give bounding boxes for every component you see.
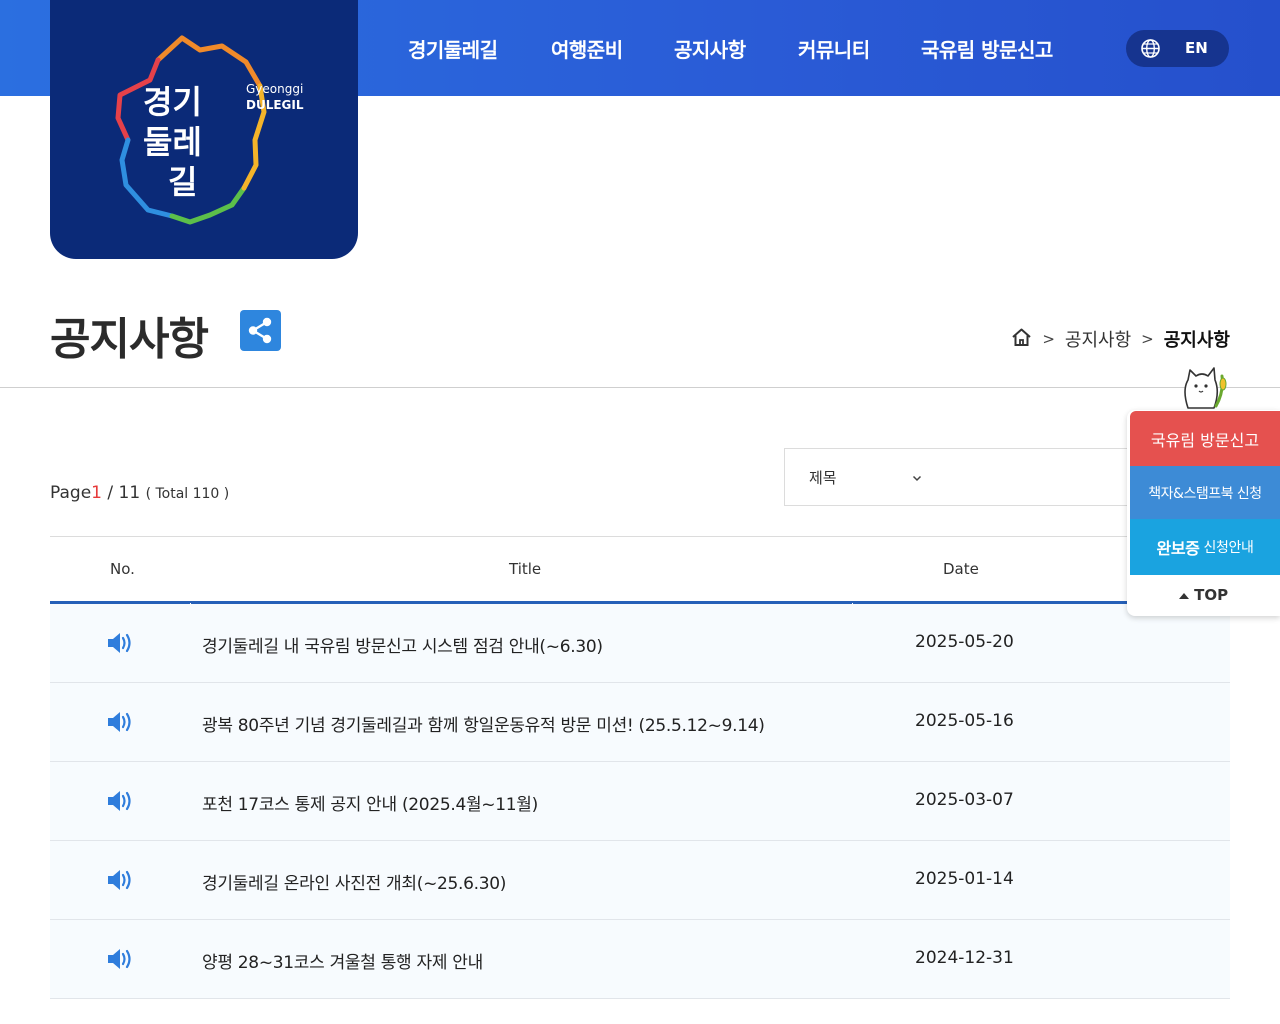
logo-graphic: 경기 둘레 길 Gyeonggi DULEGIL xyxy=(115,35,304,225)
svg-text:Gyeonggi: Gyeonggi xyxy=(246,82,303,96)
breadcrumb-item-current: 공지사항 xyxy=(1163,330,1230,351)
table-header: No. Title Date xyxy=(50,536,1230,605)
search-field-value: 제목 xyxy=(809,469,837,487)
speaker-icon xyxy=(106,947,136,975)
svg-text:경기: 경기 xyxy=(143,83,202,121)
nav-item-travel-prep[interactable]: 여행준비 xyxy=(551,34,623,63)
mascot-illustration xyxy=(1178,362,1230,416)
completion-label: 신청안내 xyxy=(1203,540,1254,556)
speaker-icon xyxy=(106,710,136,738)
breadcrumb-item-notice-section[interactable]: 공지사항 xyxy=(1065,326,1131,352)
notice-date: 2025-05-16 xyxy=(915,711,1014,731)
total-pages: / 11 xyxy=(107,483,141,503)
title-divider xyxy=(0,387,1280,388)
chevron-down-icon xyxy=(911,469,923,488)
notice-date: 2025-01-14 xyxy=(915,869,1014,889)
table-row[interactable]: 양평 28~31코스 겨울철 통행 자제 안내 2024-12-31 xyxy=(50,920,1230,999)
speaker-icon xyxy=(106,631,136,659)
notice-title-link[interactable]: 양평 28~31코스 겨울철 통행 자제 안내 xyxy=(202,948,483,973)
notice-date: 2025-05-20 xyxy=(915,632,1014,652)
column-header-title: Title xyxy=(509,560,542,578)
language-button[interactable]: EN xyxy=(1126,30,1229,67)
svg-text:길: 길 xyxy=(168,163,197,201)
language-label: EN xyxy=(1185,39,1208,57)
breadcrumb-separator: > xyxy=(1141,330,1154,348)
table-row[interactable]: 경기둘레길 온라인 사진전 개최(~25.6.30) 2025-01-14 xyxy=(50,841,1230,920)
total-count: ( Total 110 ) xyxy=(145,486,230,502)
notice-title-link[interactable]: 경기둘레길 온라인 사진전 개최(~25.6.30) xyxy=(202,869,506,894)
current-page: 1 xyxy=(91,483,102,503)
quick-stampbook-button[interactable]: 책자&스탬프북 신청 xyxy=(1130,466,1280,519)
nav-item-forest-visit[interactable]: 국유림 방문신고 xyxy=(921,34,1053,63)
quick-completion-button[interactable]: 완보증 신청안내 xyxy=(1130,519,1280,575)
notice-table: No. Title Date 경기둘레길 내 국유림 방문신고 시스템 점검 안… xyxy=(50,536,1230,999)
page-label: Page xyxy=(50,483,92,503)
nav-item-notice[interactable]: 공지사항 xyxy=(674,34,746,63)
table-row[interactable]: 경기둘레길 내 국유림 방문신고 시스템 점검 안내(~6.30) 2025-0… xyxy=(50,604,1230,683)
completion-label-bold: 완보증 xyxy=(1156,539,1200,558)
globe-icon xyxy=(1140,38,1161,63)
nav-item-community[interactable]: 커뮤니티 xyxy=(798,34,870,63)
notice-title-link[interactable]: 포천 17코스 통제 공지 안내 (2025.4월~11월) xyxy=(202,790,538,815)
quick-menu: 국유림 방문신고 책자&스탬프북 신청 완보증 신청안내 TOP xyxy=(1127,410,1280,616)
notice-title-link[interactable]: 경기둘레길 내 국유림 방문신고 시스템 점검 안내(~6.30) xyxy=(202,632,603,657)
page-info: Page1 / 11 ( Total 110 ) xyxy=(50,483,229,503)
table-row[interactable]: 포천 17코스 통제 공지 안내 (2025.4월~11월) 2025-03-0… xyxy=(50,762,1230,841)
column-header-no: No. xyxy=(110,560,135,578)
speaker-icon xyxy=(106,868,136,896)
column-header-date: Date xyxy=(943,560,979,578)
scroll-top-button[interactable]: TOP xyxy=(1127,586,1280,604)
speaker-icon xyxy=(106,789,136,817)
table-row[interactable]: 광복 80주년 기념 경기둘레길과 함께 항일운동유적 방문 미션! (25.5… xyxy=(50,683,1230,762)
caret-up-icon xyxy=(1178,593,1189,599)
breadcrumb: > 공지사항 > 공지사항 xyxy=(1011,326,1230,352)
notice-date: 2024-12-31 xyxy=(915,948,1014,968)
svg-text:둘레: 둘레 xyxy=(143,123,202,161)
notice-date: 2025-03-07 xyxy=(915,790,1014,810)
share-icon xyxy=(248,317,272,344)
home-icon[interactable] xyxy=(1011,327,1032,352)
notice-title-link[interactable]: 광복 80주년 기념 경기둘레길과 함께 항일운동유적 방문 미션! (25.5… xyxy=(202,711,765,736)
page-title: 공지사항 xyxy=(50,314,209,365)
nav-item-dulegil[interactable]: 경기둘레길 xyxy=(408,34,498,63)
quick-forest-visit-button[interactable]: 국유림 방문신고 xyxy=(1130,411,1280,466)
share-button[interactable] xyxy=(240,310,281,351)
breadcrumb-separator: > xyxy=(1042,330,1055,348)
site-logo[interactable]: 경기 둘레 길 Gyeonggi DULEGIL xyxy=(50,0,358,259)
search-field-select[interactable]: 제목 xyxy=(784,448,1144,506)
svg-text:DULEGIL: DULEGIL xyxy=(246,98,304,112)
top-label: TOP xyxy=(1194,586,1229,604)
